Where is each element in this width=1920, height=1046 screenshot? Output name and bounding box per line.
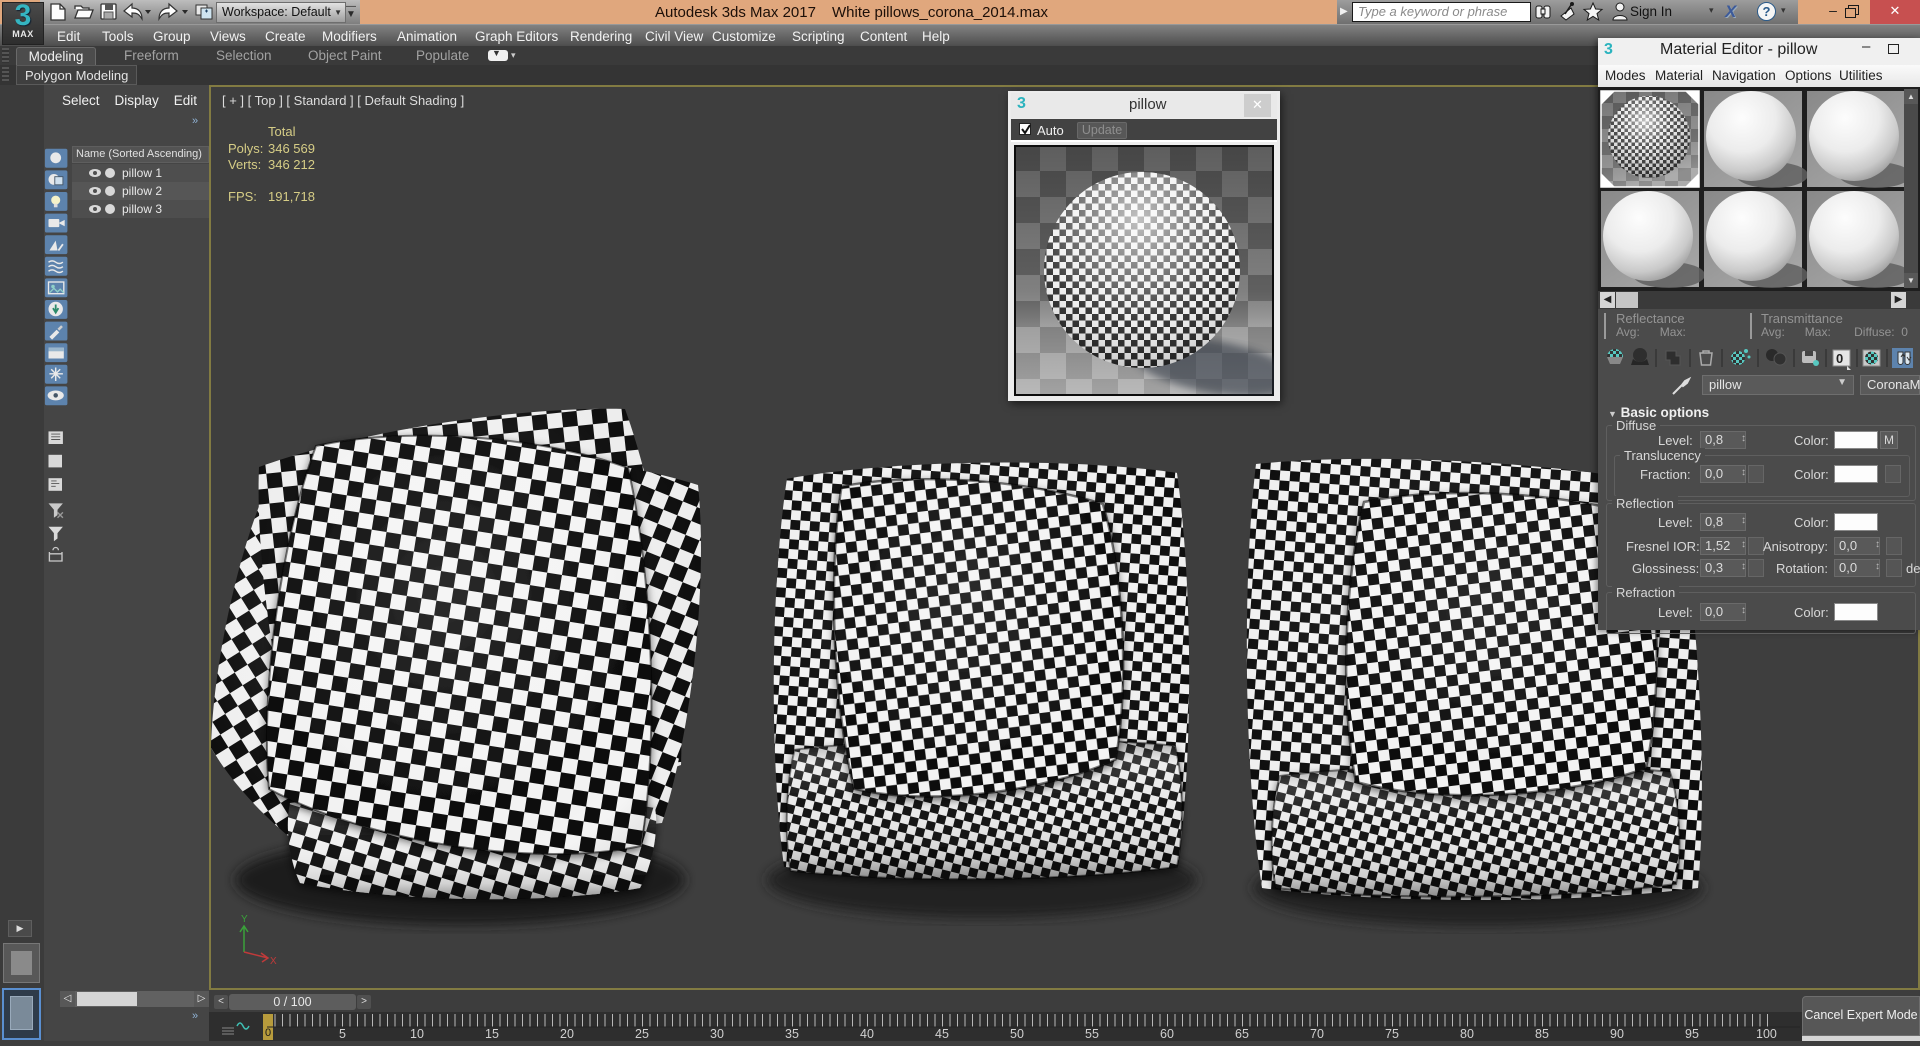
svg-text:35: 35 bbox=[785, 1027, 799, 1041]
svg-text:15: 15 bbox=[485, 1027, 499, 1041]
svg-text:10: 10 bbox=[410, 1027, 424, 1041]
svg-text:95: 95 bbox=[1685, 1027, 1699, 1041]
svg-text:45: 45 bbox=[935, 1027, 949, 1041]
svg-text:75: 75 bbox=[1385, 1027, 1399, 1041]
svg-text:25: 25 bbox=[635, 1027, 649, 1041]
svg-text:5: 5 bbox=[339, 1027, 346, 1041]
svg-text:30: 30 bbox=[710, 1027, 724, 1041]
svg-text:70: 70 bbox=[1310, 1027, 1324, 1041]
svg-text:55: 55 bbox=[1085, 1027, 1099, 1041]
svg-text:80: 80 bbox=[1460, 1027, 1474, 1041]
svg-text:100: 100 bbox=[1756, 1027, 1777, 1041]
svg-text:65: 65 bbox=[1235, 1027, 1249, 1041]
svg-text:50: 50 bbox=[1010, 1027, 1024, 1041]
svg-text:40: 40 bbox=[860, 1027, 874, 1041]
svg-text:X: X bbox=[270, 956, 277, 967]
svg-text:0: 0 bbox=[265, 1027, 271, 1039]
svg-text:20: 20 bbox=[560, 1027, 574, 1041]
svg-text:0: 0 bbox=[1836, 351, 1843, 366]
svg-text:90: 90 bbox=[1610, 1027, 1624, 1041]
svg-text:60: 60 bbox=[1160, 1027, 1174, 1041]
svg-text:Y: Y bbox=[241, 914, 248, 925]
svg-text:85: 85 bbox=[1535, 1027, 1549, 1041]
